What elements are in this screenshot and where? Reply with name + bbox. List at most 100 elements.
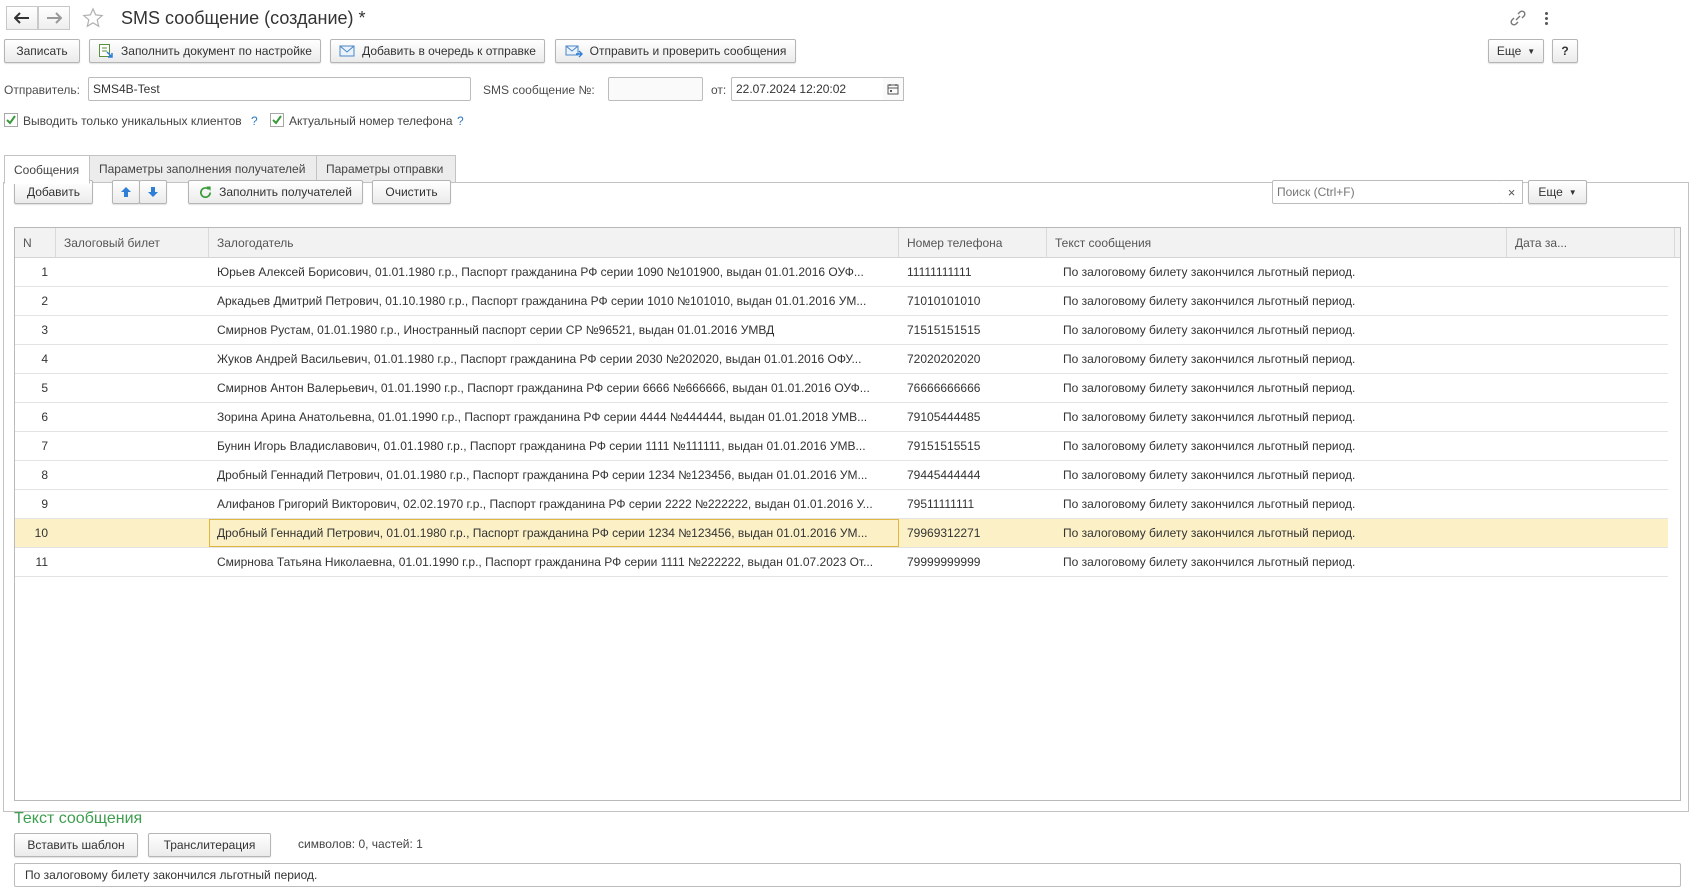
cell-ticket[interactable] bbox=[56, 490, 209, 518]
table-row[interactable]: 5 Смирнов Антон Валерьевич, 01.01.1990 г.… bbox=[15, 374, 1680, 403]
cell-date[interactable] bbox=[1507, 432, 1675, 460]
cell-phone[interactable]: 79999999999 bbox=[899, 548, 1047, 576]
forward-button[interactable] bbox=[38, 6, 70, 30]
cell-text[interactable]: По залоговому билету закончился льготный… bbox=[1047, 432, 1507, 460]
cell-ticket[interactable] bbox=[56, 345, 209, 373]
cell-phone[interactable]: 11111111111 bbox=[899, 258, 1047, 286]
date-field[interactable]: 22.07.2024 12:20:02 bbox=[731, 77, 888, 101]
col-header-n[interactable]: N bbox=[15, 228, 56, 258]
save-button[interactable]: Записать bbox=[4, 39, 80, 63]
cell-date[interactable] bbox=[1507, 519, 1675, 547]
sms-number-field[interactable] bbox=[608, 77, 703, 101]
cell-date[interactable] bbox=[1507, 548, 1675, 576]
cell-date[interactable] bbox=[1507, 403, 1675, 431]
table-row[interactable]: 3 Смирнов Рустам, 01.01.1980 г.р., Иностр… bbox=[15, 316, 1680, 345]
cell-person[interactable]: Алифанов Григорий Викторович, 02.02.1970… bbox=[209, 490, 899, 518]
cell-ticket[interactable] bbox=[56, 548, 209, 576]
cell-phone[interactable]: 79969312271 bbox=[899, 519, 1047, 547]
cell-n[interactable]: 11 bbox=[15, 548, 56, 576]
cell-text[interactable]: По залоговому билету закончился льготный… bbox=[1047, 490, 1507, 518]
cell-date[interactable] bbox=[1507, 287, 1675, 315]
cell-ticket[interactable] bbox=[56, 519, 209, 547]
cell-phone[interactable]: 79151515515 bbox=[899, 432, 1047, 460]
cell-n[interactable]: 6 bbox=[15, 403, 56, 431]
cell-ticket[interactable] bbox=[56, 461, 209, 489]
cell-n[interactable]: 10 bbox=[15, 519, 56, 547]
cell-text[interactable]: По залоговому билету закончился льготный… bbox=[1047, 461, 1507, 489]
col-header-pledger[interactable]: Залогодатель bbox=[209, 228, 899, 258]
cell-ticket[interactable] bbox=[56, 403, 209, 431]
cell-ticket[interactable] bbox=[56, 432, 209, 460]
table-row[interactable]: 1 Юрьев Алексей Борисович, 01.01.1980 г.р… bbox=[15, 258, 1680, 287]
table-row[interactable]: 7 Бунин Игорь Владиславович, 01.01.1980 г… bbox=[15, 432, 1680, 461]
send-and-check-button[interactable]: Отправить и проверить сообщения bbox=[555, 39, 796, 63]
actual-phone-checkbox[interactable] bbox=[270, 113, 284, 127]
cell-person[interactable]: Бунин Игорь Владиславович, 01.01.1980 г.… bbox=[209, 432, 899, 460]
help-button[interactable]: ? bbox=[1552, 39, 1578, 63]
fill-recipients-button[interactable]: Заполнить получателей bbox=[188, 180, 363, 204]
table-more-button[interactable]: Еще ▼ bbox=[1528, 180, 1587, 204]
transliteration-button[interactable]: Транслитерация bbox=[148, 833, 271, 857]
tab-messages[interactable]: Сообщения bbox=[4, 155, 90, 184]
cell-person[interactable]: Юрьев Алексей Борисович, 01.01.1980 г.р.… bbox=[209, 258, 899, 286]
col-header-phone[interactable]: Номер телефона bbox=[899, 228, 1047, 258]
cell-ticket[interactable] bbox=[56, 287, 209, 315]
cell-text[interactable]: По залоговому билету закончился льготный… bbox=[1047, 287, 1507, 315]
col-header-ticket[interactable]: Залоговый билет bbox=[56, 228, 209, 258]
cell-text[interactable]: По залоговому билету закончился льготный… bbox=[1047, 519, 1507, 547]
cell-n[interactable]: 8 bbox=[15, 461, 56, 489]
sender-field[interactable]: SMS4B-Test bbox=[88, 77, 471, 101]
cell-n[interactable]: 4 bbox=[15, 345, 56, 373]
cell-phone[interactable]: 79105444485 bbox=[899, 403, 1047, 431]
cell-person[interactable]: Дробный Геннадий Петрович, 01.01.1980 г.… bbox=[209, 519, 899, 547]
table-scrollbar[interactable] bbox=[1668, 258, 1680, 800]
tab-send-params[interactable]: Параметры отправки bbox=[316, 155, 456, 183]
cell-text[interactable]: По залоговому билету закончился льготный… bbox=[1047, 548, 1507, 576]
cell-text[interactable]: По залоговому билету закончился льготный… bbox=[1047, 316, 1507, 344]
back-button[interactable] bbox=[6, 6, 38, 30]
cell-phone[interactable]: 71515151515 bbox=[899, 316, 1047, 344]
cell-phone[interactable]: 71010101010 bbox=[899, 287, 1047, 315]
cell-ticket[interactable] bbox=[56, 316, 209, 344]
cell-date[interactable] bbox=[1507, 316, 1675, 344]
table-row[interactable]: 6 Зорина Арина Анатольевна, 01.01.1990 г.… bbox=[15, 403, 1680, 432]
table-row[interactable]: 9 Алифанов Григорий Викторович, 02.02.197… bbox=[15, 490, 1680, 519]
cell-person[interactable]: Жуков Андрей Васильевич, 01.01.1980 г.р.… bbox=[209, 345, 899, 373]
cell-phone[interactable]: 79445444444 bbox=[899, 461, 1047, 489]
cell-n[interactable]: 2 bbox=[15, 287, 56, 315]
col-header-date[interactable]: Дата за... bbox=[1507, 228, 1675, 258]
table-row[interactable]: 2 Аркадьев Дмитрий Петрович, 01.10.1980 г… bbox=[15, 287, 1680, 316]
cell-date[interactable] bbox=[1507, 461, 1675, 489]
cell-text[interactable]: По залоговому билету закончился льготный… bbox=[1047, 345, 1507, 373]
cell-date[interactable] bbox=[1507, 490, 1675, 518]
move-up-button[interactable] bbox=[112, 180, 140, 204]
message-text-field[interactable]: По залоговому билету закончился льготный… bbox=[14, 863, 1681, 887]
clear-button[interactable]: Очистить bbox=[372, 180, 451, 204]
cell-n[interactable]: 9 bbox=[15, 490, 56, 518]
more-button[interactable]: Еще ▼ bbox=[1488, 39, 1544, 63]
cell-n[interactable]: 7 bbox=[15, 432, 56, 460]
unique-clients-checkbox[interactable] bbox=[4, 113, 18, 127]
cell-person[interactable]: Дробный Геннадий Петрович, 01.01.1980 г.… bbox=[209, 461, 899, 489]
cell-text[interactable]: По залоговому билету закончился льготный… bbox=[1047, 403, 1507, 431]
calendar-button[interactable] bbox=[883, 77, 904, 101]
cell-person[interactable]: Смирнова Татьяна Николаевна, 01.01.1990 … bbox=[209, 548, 899, 576]
cell-n[interactable]: 3 bbox=[15, 316, 56, 344]
table-row[interactable]: 4 Жуков Андрей Васильевич, 01.01.1980 г.р… bbox=[15, 345, 1680, 374]
cell-phone[interactable]: 76666666666 bbox=[899, 374, 1047, 402]
cell-phone[interactable]: 72020202020 bbox=[899, 345, 1047, 373]
table-row[interactable]: 11 Смирнова Татьяна Николаевна, 01.01.199… bbox=[15, 548, 1680, 577]
fill-by-settings-button[interactable]: Заполнить документ по настройке bbox=[89, 39, 321, 63]
cell-n[interactable]: 1 bbox=[15, 258, 56, 286]
cell-person[interactable]: Смирнов Антон Валерьевич, 01.01.1990 г.р… bbox=[209, 374, 899, 402]
cell-person[interactable]: Смирнов Рустам, 01.01.1980 г.р., Иностра… bbox=[209, 316, 899, 344]
tab-recipient-params[interactable]: Параметры заполнения получателей bbox=[89, 155, 317, 183]
unique-clients-help[interactable]: ? bbox=[251, 114, 258, 128]
cell-text[interactable]: По залоговому билету закончился льготный… bbox=[1047, 374, 1507, 402]
favorite-star-button[interactable] bbox=[82, 7, 104, 29]
cell-person[interactable]: Зорина Арина Анатольевна, 01.01.1990 г.р… bbox=[209, 403, 899, 431]
cell-phone[interactable]: 79511111111 bbox=[899, 490, 1047, 518]
table-row[interactable]: 10 Дробный Геннадий Петрович, 01.01.1980 … bbox=[15, 519, 1680, 548]
cell-ticket[interactable] bbox=[56, 374, 209, 402]
actual-phone-help[interactable]: ? bbox=[457, 114, 464, 128]
